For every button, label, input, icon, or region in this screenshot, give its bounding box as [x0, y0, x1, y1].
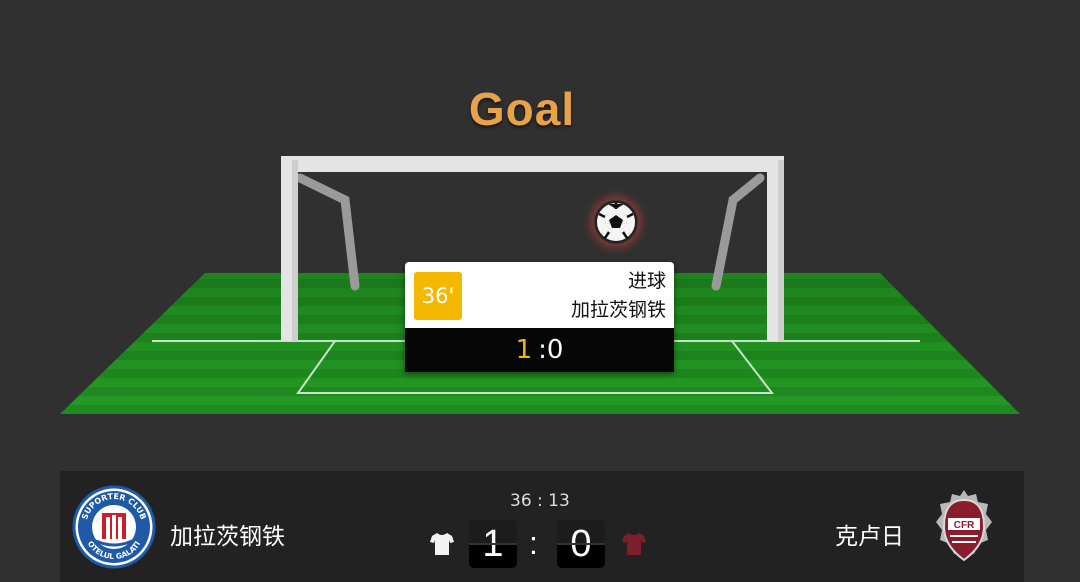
goal-title: Goal — [468, 83, 576, 135]
scoreboard: SUPORTER CLUB OTELUL GALATI 加拉茨钢铁 36 : 1… — [60, 471, 1024, 582]
event-type-label: 进球 — [627, 270, 666, 292]
event-team-name: 加拉茨钢铁 — [570, 299, 666, 321]
away-logo-text: CFR — [954, 520, 975, 531]
maroon-shirt-icon — [622, 533, 646, 555]
event-home-score: 1 — [515, 335, 533, 365]
score-separator: : — [529, 525, 538, 561]
goal-event-card: 36' 进球 加拉茨钢铁 1:0 — [405, 262, 674, 372]
away-team-name: 克卢日 — [835, 524, 904, 550]
event-score-separator: : — [538, 335, 547, 365]
soccer-ball-icon — [594, 200, 638, 244]
event-score: 1:0 — [405, 328, 674, 372]
home-score: 1 — [469, 520, 517, 568]
away-team-logo: CFR — [936, 490, 992, 562]
white-shirt-icon — [430, 533, 454, 555]
away-score: 0 — [557, 520, 605, 568]
event-away-score: 0 — [546, 335, 564, 365]
home-team-name: 加拉茨钢铁 — [170, 524, 285, 550]
home-team-logo: SUPORTER CLUB OTELUL GALATI — [72, 485, 156, 569]
event-minute-badge: 36' — [414, 272, 462, 320]
match-clock: 36 : 13 — [510, 491, 570, 511]
event-card-header: 36' 进球 加拉茨钢铁 — [405, 262, 674, 328]
